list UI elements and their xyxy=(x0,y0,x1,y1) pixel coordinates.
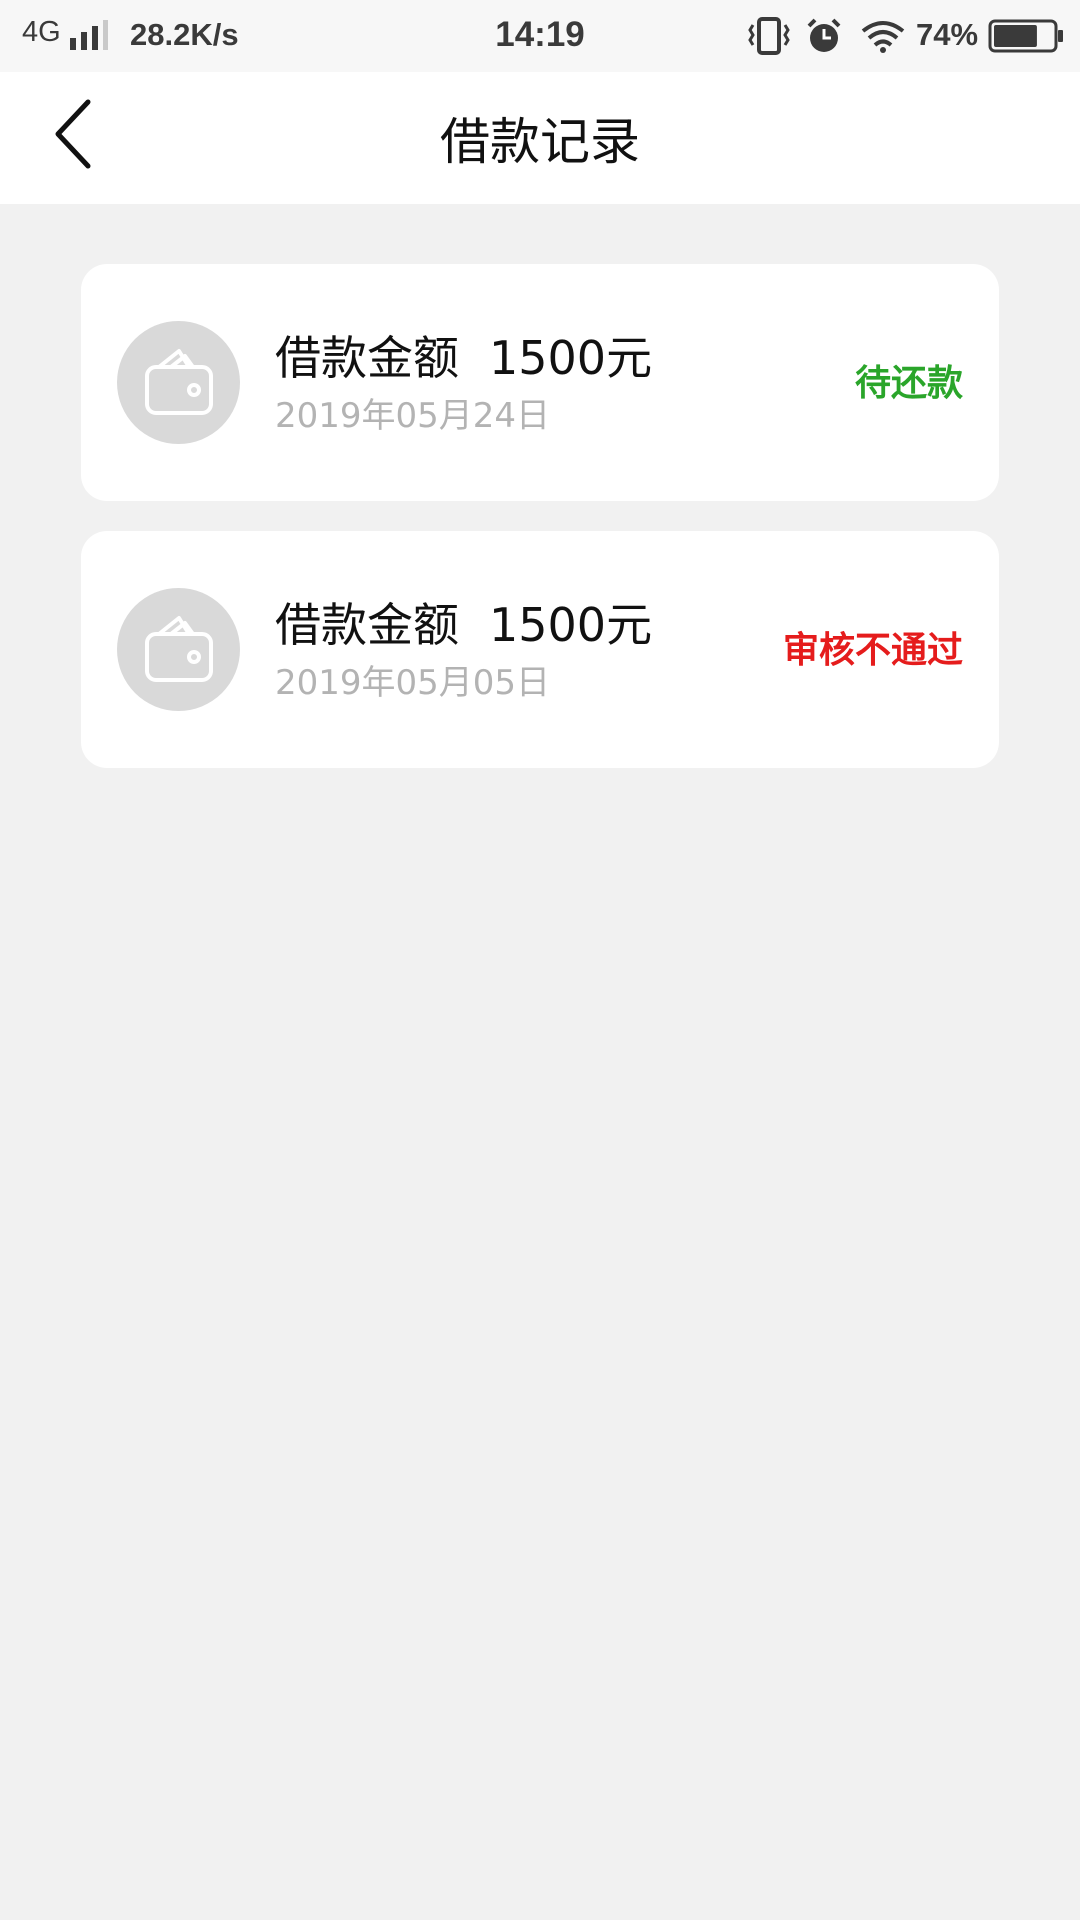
vibrate-icon xyxy=(748,17,790,55)
loan-record-card[interactable]: 借款金额 1500元 2019年05月24日 待还款 xyxy=(81,264,999,501)
loan-record-card[interactable]: 借款金额 1500元 2019年05月05日 审核不通过 xyxy=(81,531,999,768)
loan-amount-value: 1500元 xyxy=(489,598,653,652)
loan-amount-label: 借款金额 xyxy=(275,331,459,385)
wallet-icon xyxy=(145,349,213,415)
wallet-icon-circle xyxy=(117,588,240,711)
loan-date: 2019年05月05日 xyxy=(275,663,551,703)
loan-amount-value: 1500元 xyxy=(489,331,653,385)
wallet-icon xyxy=(145,616,213,682)
wifi-icon xyxy=(861,21,905,53)
loan-amount: 借款金额 1500元 xyxy=(275,322,652,388)
battery-icon xyxy=(988,19,1063,53)
header: 借款记录 xyxy=(0,72,1080,204)
battery-percentage: 74% xyxy=(916,17,979,52)
page-title: 借款记录 xyxy=(440,113,640,171)
wallet-icon-circle xyxy=(117,321,240,444)
alarm-icon xyxy=(807,18,841,52)
loan-date: 2019年05月24日 xyxy=(275,396,551,436)
loan-status: 审核不通过 xyxy=(782,630,963,671)
loan-amount-label: 借款金额 xyxy=(275,598,459,652)
loan-status: 待还款 xyxy=(854,363,963,404)
status-bar: 4G 28.2K/s 14:19 74% xyxy=(0,0,1080,72)
loan-amount: 借款金额 1500元 xyxy=(275,589,652,655)
